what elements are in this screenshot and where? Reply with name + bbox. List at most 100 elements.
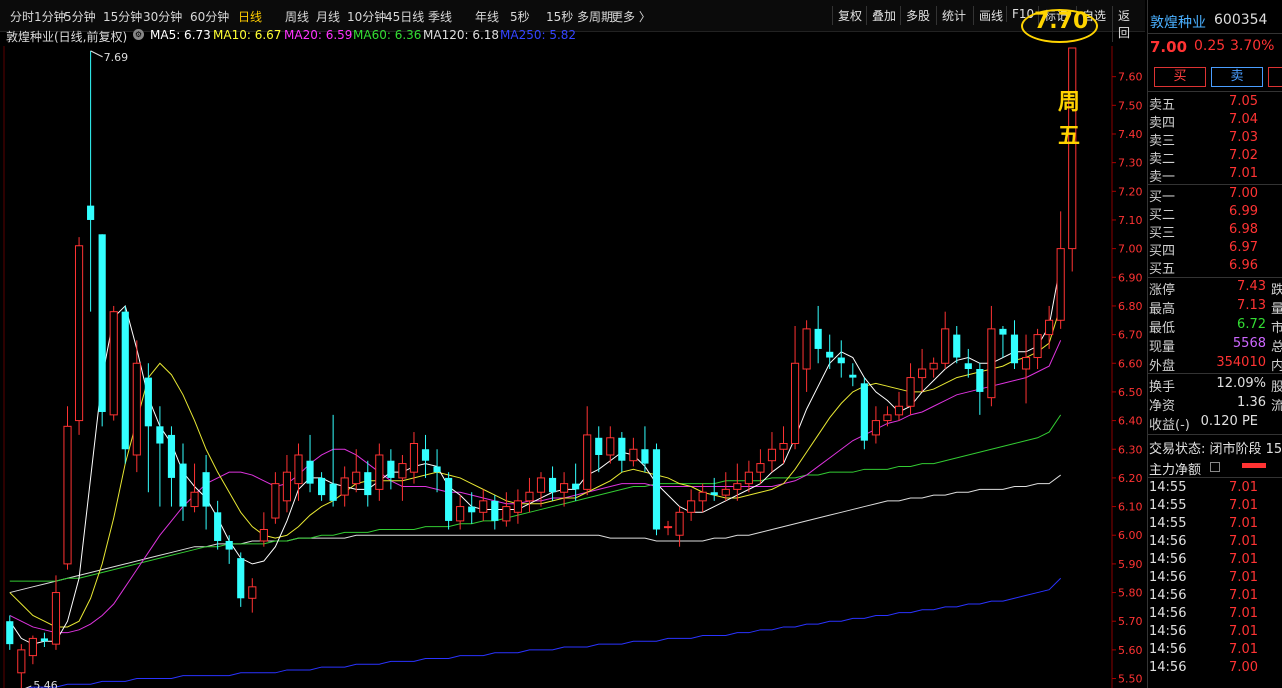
candle-body-14	[167, 434, 176, 478]
tick-time: 14:56	[1149, 606, 1187, 621]
bid-row-2-label: 买三	[1149, 226, 1176, 241]
candle-body-84	[976, 369, 984, 392]
period-tab-6[interactable]: 日线	[238, 8, 262, 25]
period-tab-2[interactable]: 5分钟	[64, 8, 96, 25]
candle-body-75	[871, 420, 880, 436]
more-button[interactable]	[1268, 67, 1282, 87]
candle-body-66	[767, 448, 777, 462]
candle-body-85	[987, 328, 996, 399]
candle-body-28	[329, 483, 337, 501]
candle-body-53	[618, 437, 626, 461]
y-tick-label-13: 6.30	[1118, 443, 1143, 456]
bid-row-3: 买四 6.97	[1149, 240, 1282, 259]
candle-body-67	[779, 443, 788, 450]
toolbar-button-4[interactable]: 画线	[973, 6, 1008, 25]
candle-body-5	[63, 425, 72, 565]
bid-row-4-label: 买五	[1149, 262, 1176, 277]
y-tick-label-8: 6.80	[1118, 300, 1143, 313]
stat-row-6-label: 净资	[1149, 399, 1176, 414]
period-tab-13[interactable]: 5秒	[510, 8, 530, 25]
toolbar-button-1[interactable]: 叠加	[866, 6, 901, 25]
candlestick-chart[interactable]: 7.60 7.50 7.40 7.30 7.20 7.10 7.00 6.90 6.80 6.70…	[0, 46, 1145, 688]
bid-row-2-value: 6.98	[1229, 222, 1258, 237]
sell-button[interactable]: 卖	[1211, 67, 1263, 87]
main-net-label[interactable]: 主力净额	[1149, 459, 1201, 478]
bid-row-1-label: 买二	[1149, 208, 1176, 223]
candle-body-64	[744, 471, 753, 485]
chart-title: 敦煌种业(日线,前复权)	[6, 30, 128, 44]
period-tab-9[interactable]: 10分钟	[347, 8, 386, 25]
period-tab-16[interactable]: 更多 〉	[611, 8, 651, 25]
candle-body-83	[964, 363, 972, 369]
tick-price: 7.01	[1229, 534, 1258, 549]
candle-body-55	[641, 449, 649, 464]
period-tab-14[interactable]: 15秒	[546, 8, 573, 25]
period-tab-15[interactable]: 多周期	[577, 8, 613, 25]
period-tab-4[interactable]: 30分钟	[143, 8, 182, 25]
ask-row-3: 卖二 7.02	[1149, 148, 1282, 167]
candle-body-69	[802, 328, 811, 370]
tick-price: 7.01	[1229, 570, 1258, 585]
candle-body-46	[536, 477, 546, 493]
period-tab-5[interactable]: 60分钟	[190, 8, 229, 25]
period-tab-7[interactable]: 周线	[285, 8, 309, 25]
y-tick-label-7: 6.90	[1118, 271, 1143, 284]
candle-body-82	[953, 334, 961, 358]
stat-row-2-value: 6.72	[1237, 317, 1266, 332]
toolbar-button-0[interactable]: 复权	[832, 6, 867, 25]
candle-body-30	[352, 471, 361, 485]
bid-row-4-value: 6.96	[1229, 258, 1258, 273]
tick-time: 14:56	[1149, 552, 1187, 567]
y-tick-label-15: 6.10	[1118, 501, 1143, 514]
tick-price: 7.01	[1229, 606, 1258, 621]
period-tab-12[interactable]: 年线	[475, 8, 499, 25]
candle-body-80	[929, 362, 938, 370]
y-tick-label-12: 6.40	[1118, 415, 1143, 428]
tick-row-0: 14:55 7.01	[1149, 480, 1282, 498]
stat-row-1-value: 7.13	[1237, 298, 1266, 313]
settings-gear-icon[interactable]: ⚙	[133, 29, 144, 40]
tick-price: 7.01	[1229, 498, 1258, 513]
ask-row-0-label: 卖五	[1149, 98, 1176, 113]
tick-time: 14:56	[1149, 588, 1187, 603]
period-tab-8[interactable]: 月线	[316, 8, 340, 25]
stat-row-4-extra: 内	[1271, 355, 1282, 374]
candle-body-77	[894, 405, 904, 416]
ask-row-2: 卖三 7.03	[1149, 130, 1282, 149]
y-tick-label-17: 5.90	[1118, 558, 1143, 571]
candle-body-76	[883, 414, 892, 422]
bid-row-2: 买三 6.98	[1149, 222, 1282, 241]
candle-body-45	[525, 491, 534, 502]
candle-body-17	[202, 472, 210, 507]
stat-row-3-label: 现量	[1149, 340, 1176, 355]
stat-row-0-value: 7.43	[1237, 279, 1266, 294]
y-tick-label-5: 7.10	[1118, 214, 1143, 227]
buy-button[interactable]: 买	[1154, 67, 1206, 87]
stat-row-3-value: 5568	[1232, 336, 1266, 351]
candle-body-38	[445, 477, 453, 521]
candle-body-86	[999, 328, 1007, 335]
tick-row-7: 14:56 7.01	[1149, 606, 1282, 624]
tick-price: 7.00	[1229, 660, 1258, 675]
candle-body-12	[144, 377, 152, 427]
ask-row-1-value: 7.04	[1229, 112, 1258, 127]
candle-body-8	[98, 234, 106, 412]
candle-body-72	[837, 357, 845, 364]
toolbar-button-2[interactable]: 多股	[900, 6, 935, 25]
period-tab-0[interactable]: 分时	[10, 8, 34, 25]
candle-body-71	[826, 351, 834, 358]
ma-legend-item-2: MA20: 6.59	[284, 28, 353, 42]
toolbar-button-3[interactable]: 统计	[936, 6, 971, 25]
period-tab-10[interactable]: 45日线	[385, 8, 424, 25]
candle-body-48	[560, 483, 569, 493]
annotation-price: 7.70	[1034, 9, 1089, 34]
period-tab-3[interactable]: 15分钟	[103, 8, 142, 25]
stat-row-2-label: 最低	[1149, 321, 1176, 336]
annotation-char-1: 周	[1058, 90, 1081, 115]
main-net-menu-icon[interactable]	[1210, 462, 1220, 472]
ma-legend-item-4: MA120: 6.18	[423, 28, 500, 42]
period-tab-1[interactable]: 1分钟	[34, 8, 66, 25]
candle-body-57	[663, 526, 673, 529]
period-tab-11[interactable]: 季线	[428, 8, 452, 25]
candle-body-26	[306, 460, 314, 484]
